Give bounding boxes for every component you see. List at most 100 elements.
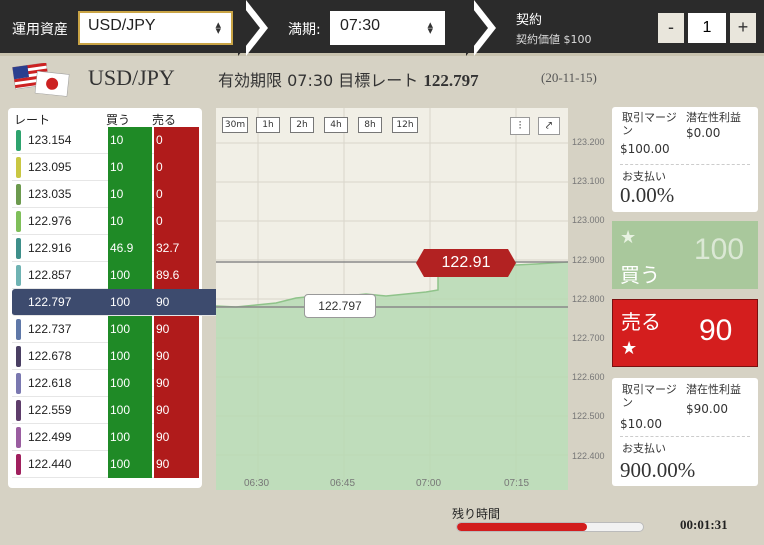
rate-table: レート 買う 売る 123.154 10 0 123.095 10 0 123.035 10 0… bbox=[8, 108, 219, 488]
rate-row[interactable]: 122.976 10 0 bbox=[12, 208, 199, 235]
target-rate-value: 122.797 bbox=[423, 71, 479, 90]
remaining-time-progress bbox=[456, 522, 644, 532]
star-icon: ★ bbox=[621, 338, 638, 359]
buy-profit-label: 潜在性利益 bbox=[686, 111, 741, 124]
y-axis-tick: 122.600 bbox=[572, 372, 605, 383]
sell-value[interactable]: 32.7 bbox=[154, 235, 199, 262]
buy-value[interactable]: 100 bbox=[108, 397, 152, 424]
buy-value[interactable]: 100 bbox=[108, 262, 152, 289]
timeframe-button-8h[interactable]: 8h bbox=[358, 117, 382, 133]
sell-info-panel: 取引マージン $10.00 潜在性利益 $90.00 お支払い 900.00% bbox=[612, 378, 758, 486]
rate-column-header: レート bbox=[14, 113, 51, 127]
date-label: (20-11-15) bbox=[541, 70, 597, 85]
price-area bbox=[216, 262, 568, 490]
price-chart[interactable]: 30m 1h 2h 4h 8h 12h ⫶ ⤤ bbox=[216, 108, 568, 490]
sell-value[interactable]: 90 bbox=[154, 343, 199, 370]
rate-row[interactable]: 122.499 100 90 bbox=[12, 424, 199, 451]
rate-value: 122.797 bbox=[28, 295, 72, 309]
buy-value[interactable]: 10 bbox=[108, 208, 152, 235]
rate-value: 122.559 bbox=[28, 403, 72, 417]
asset-select-value: USD/JPY bbox=[88, 17, 156, 34]
sell-button[interactable]: 売る ★ 90 bbox=[612, 299, 758, 367]
current-rate-value: 122.91 bbox=[441, 254, 491, 271]
sell-value[interactable]: 89.6 bbox=[154, 262, 199, 289]
sell-profit-value: $90.00 bbox=[686, 402, 728, 416]
sell-value[interactable]: 0 bbox=[154, 154, 199, 181]
rate-value: 123.035 bbox=[28, 187, 72, 201]
rate-row[interactable]: 123.154 10 0 bbox=[12, 127, 199, 154]
quantity-input[interactable]: 1 bbox=[688, 13, 726, 43]
rate-row[interactable]: 123.095 10 0 bbox=[12, 154, 199, 181]
sell-value[interactable]: 0 bbox=[154, 208, 199, 235]
buy-value[interactable]: 10 bbox=[108, 181, 152, 208]
rate-row[interactable]: 122.857 100 89.6 bbox=[12, 262, 199, 289]
rate-color-bar bbox=[16, 319, 21, 340]
buy-button-label: 買う bbox=[620, 263, 660, 287]
current-rate-marker: 122.91 bbox=[416, 249, 516, 277]
timeframe-button-4h[interactable]: 4h bbox=[324, 117, 348, 133]
buy-button-value: 100 bbox=[694, 233, 745, 266]
candlestick-toggle-icon[interactable]: ⫶ bbox=[510, 117, 530, 135]
remaining-time-label: 残り時間 bbox=[452, 507, 501, 521]
quantity-increase-button[interactable]: + bbox=[730, 13, 756, 43]
expiry-select[interactable]: 07:30 ▴ ▾ bbox=[330, 11, 445, 45]
asset-select[interactable]: USD/JPY ▴ ▾ bbox=[78, 11, 233, 45]
sell-value[interactable]: 90 bbox=[154, 289, 199, 316]
sell-value[interactable]: 90 bbox=[154, 316, 199, 343]
x-axis-tick: 06:45 bbox=[330, 478, 356, 489]
timeframe-button-2h[interactable]: 2h bbox=[290, 117, 314, 133]
sell-value[interactable]: 0 bbox=[154, 181, 199, 208]
rate-row[interactable]: 122.678 100 90 bbox=[12, 343, 199, 370]
sell-value[interactable]: 90 bbox=[154, 397, 199, 424]
rate-row[interactable]: 122.797 100 90 bbox=[12, 289, 219, 316]
sell-value[interactable]: 90 bbox=[154, 424, 199, 451]
contract-value-label: 契約価値 $100 bbox=[516, 33, 592, 46]
rate-color-bar bbox=[16, 400, 21, 421]
rate-row[interactable]: 122.916 46.9 32.7 bbox=[12, 235, 199, 262]
rate-row[interactable]: 122.440 100 90 bbox=[12, 451, 199, 478]
timeframe-button-12h[interactable]: 12h bbox=[392, 117, 418, 133]
rate-row[interactable]: 122.618 100 90 bbox=[12, 370, 199, 397]
sell-value[interactable]: 0 bbox=[154, 127, 199, 154]
asset-pair-title: USD/JPY bbox=[88, 65, 175, 90]
rate-value: 122.678 bbox=[28, 349, 72, 363]
y-axis-tick: 122.400 bbox=[572, 450, 605, 461]
buy-value[interactable]: 100 bbox=[108, 451, 152, 478]
y-axis-tick: 122.800 bbox=[572, 293, 605, 304]
progress-fill bbox=[457, 523, 588, 531]
buy-value[interactable]: 10 bbox=[108, 154, 152, 181]
rate-row[interactable]: 122.559 100 90 bbox=[12, 397, 199, 424]
sell-margin-value: $10.00 bbox=[620, 417, 662, 431]
rate-color-bar bbox=[16, 265, 21, 286]
buy-margin-value: $100.00 bbox=[620, 142, 670, 156]
buy-payout-value: 0.00% bbox=[620, 183, 675, 207]
rate-value: 122.916 bbox=[28, 241, 72, 255]
buy-margin-label: 取引マージン bbox=[622, 111, 677, 137]
rate-value: 122.618 bbox=[28, 376, 72, 390]
line-chart-toggle-icon[interactable]: ⤤ bbox=[538, 117, 560, 135]
buy-value[interactable]: 100 bbox=[108, 370, 152, 397]
timeframe-button-1h[interactable]: 1h bbox=[256, 117, 280, 133]
sell-payout-label: お支払い bbox=[622, 442, 666, 455]
rate-row[interactable]: 123.035 10 0 bbox=[12, 181, 199, 208]
buy-value[interactable]: 100 bbox=[108, 289, 152, 316]
sell-value[interactable]: 90 bbox=[154, 370, 199, 397]
timeframe-button-30m[interactable]: 30m bbox=[222, 117, 248, 133]
buy-payout-label: お支払い bbox=[622, 170, 666, 183]
buy-value[interactable]: 100 bbox=[108, 316, 152, 343]
buy-value[interactable]: 10 bbox=[108, 127, 152, 154]
expiry-target-text: 有効期限 07:30 目標レート 122.797 bbox=[218, 67, 479, 91]
quantity-decrease-button[interactable]: - bbox=[658, 13, 684, 43]
buy-value[interactable]: 100 bbox=[108, 343, 152, 370]
rate-value: 123.095 bbox=[28, 160, 72, 174]
sell-value[interactable]: 90 bbox=[154, 451, 199, 478]
buy-value[interactable]: 46.9 bbox=[108, 235, 152, 262]
buy-info-panel: 取引マージン $100.00 潜在性利益 $0.00 お支払い 0.00% bbox=[612, 107, 758, 212]
rate-color-bar bbox=[16, 454, 21, 475]
buy-button[interactable]: ★ 買う 100 bbox=[612, 221, 758, 289]
sell-profit-label: 潜在性利益 bbox=[686, 383, 741, 396]
rate-row[interactable]: 122.737 100 90 bbox=[12, 316, 199, 343]
y-axis-tick: 123.100 bbox=[572, 176, 605, 187]
buy-value[interactable]: 100 bbox=[108, 424, 152, 451]
select-arrows-icon: ▴ ▾ bbox=[427, 19, 433, 37]
